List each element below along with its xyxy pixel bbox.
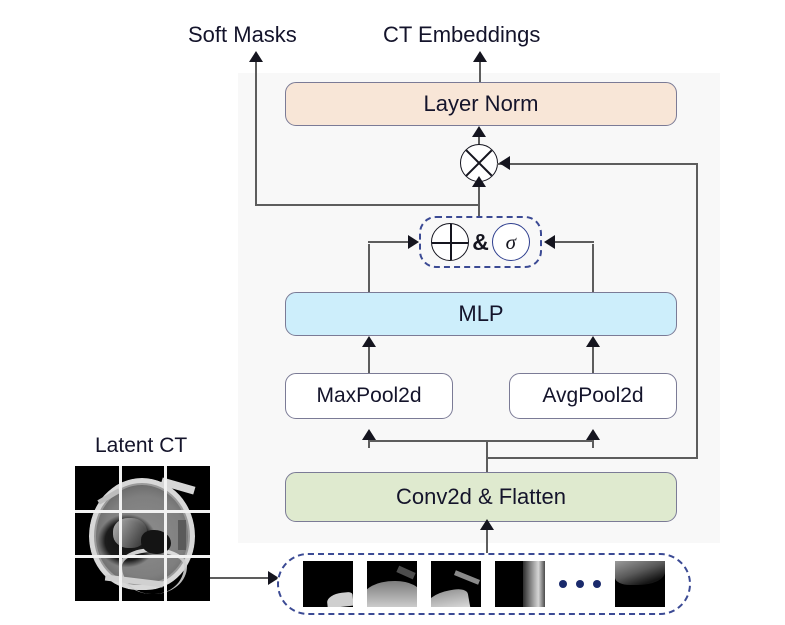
plus-circle-icon xyxy=(431,223,470,261)
ct-embeddings-arrowhead xyxy=(473,51,487,62)
block-conv2d-flatten[interactable]: Conv2d & Flatten xyxy=(285,472,677,522)
grid-line-v2 xyxy=(164,466,167,601)
conv-to-maxpool-arrowhead xyxy=(362,429,376,440)
block-avgpool2d[interactable]: AvgPool2d xyxy=(509,373,677,419)
latent-ct-label: Latent CT xyxy=(95,434,188,457)
ct-embeddings-label: CT Embeddings xyxy=(383,22,541,47)
grid-line-v1 xyxy=(119,466,122,601)
conv-branch-stem xyxy=(486,441,488,474)
block-layer-norm-label: Layer Norm xyxy=(423,91,539,117)
gate-to-mult-line xyxy=(478,182,480,218)
ct-embeddings-connector xyxy=(479,62,481,84)
diagram-canvas: Soft Masks CT Embeddings Layer Norm & σ … xyxy=(0,0,785,625)
maxpool-to-mlp-line xyxy=(368,345,370,375)
skip-connection-right xyxy=(696,163,698,459)
conv-branch-horizontal xyxy=(368,440,594,442)
ct-artifact-c xyxy=(178,520,186,550)
block-maxpool2d-label: MaxPool2d xyxy=(316,383,422,407)
sigmoid-circle-icon: σ xyxy=(491,223,530,261)
block-maxpool2d[interactable]: MaxPool2d xyxy=(285,373,453,419)
conv-branch-left-stub xyxy=(368,440,370,448)
block-layer-norm[interactable]: Layer Norm xyxy=(285,82,677,126)
maxpool-to-mlp-arrowhead xyxy=(362,336,376,347)
list-item xyxy=(367,561,417,607)
patches-to-conv-arrowhead xyxy=(480,519,494,530)
skip-connection-arrowhead xyxy=(499,156,510,170)
mult-to-layernorm-arrowhead xyxy=(472,126,486,137)
patch-ellipsis-icon xyxy=(559,580,601,588)
patch-sequence[interactable] xyxy=(277,553,691,615)
latent-ct-image[interactable] xyxy=(75,466,210,601)
skip-connection-top xyxy=(497,163,698,165)
list-item xyxy=(615,561,665,607)
soft-masks-arrowhead xyxy=(249,51,263,62)
grid-line-h1 xyxy=(75,510,210,513)
block-conv2d-flatten-label: Conv2d & Flatten xyxy=(396,484,566,510)
block-mlp[interactable]: MLP xyxy=(285,292,677,336)
block-mlp-label: MLP xyxy=(458,301,504,327)
grid-line-h2 xyxy=(75,555,210,558)
latentct-to-patches-line xyxy=(210,577,272,579)
skip-connection-bottom xyxy=(487,457,697,459)
avgpool-to-mlp-line xyxy=(592,345,594,375)
block-avgpool2d-label: AvgPool2d xyxy=(542,383,644,407)
conv-to-avgpool-arrowhead xyxy=(586,429,600,440)
ampersand-label: & xyxy=(472,228,489,255)
gate-right-arrowhead xyxy=(544,235,555,249)
gate-to-mult-arrowhead xyxy=(472,176,486,187)
conv-branch-right-stub xyxy=(592,440,594,448)
list-item xyxy=(303,561,353,607)
avgpool-to-mlp-arrowhead xyxy=(586,336,600,347)
patches-to-conv-line xyxy=(486,528,488,554)
soft-masks-label: Soft Masks xyxy=(188,22,297,47)
gate-group[interactable]: & σ xyxy=(419,216,542,268)
list-item xyxy=(431,561,481,607)
soft-masks-connector-vertical xyxy=(255,62,257,206)
soft-masks-connector-horizontal xyxy=(255,204,480,206)
list-item xyxy=(495,561,545,607)
gate-left-arrowhead xyxy=(408,235,419,249)
mlp-left-to-gate-vertical xyxy=(368,244,370,294)
mlp-right-to-gate-vertical xyxy=(592,244,594,294)
